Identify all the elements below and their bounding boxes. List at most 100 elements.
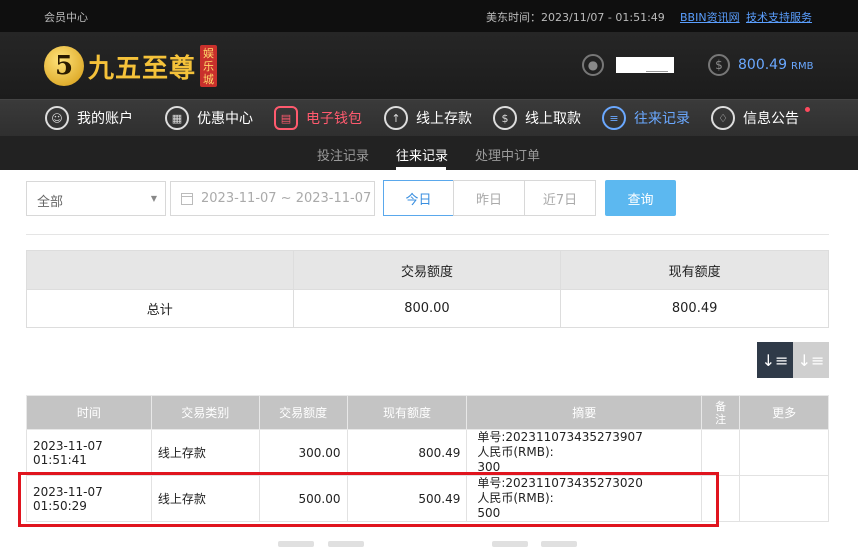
cell-balance: 800.49 <box>346 429 468 476</box>
memo-order: 单号:202311073435273907 <box>477 430 643 444</box>
avatar-icon: ● <box>582 54 604 76</box>
column-header: 交易额度 <box>258 395 348 430</box>
memo-value: 300 <box>477 460 501 474</box>
nav-label: 往来记录 <box>634 111 690 127</box>
records-table: 时间 交易类别 交易额度 现有额度 摘要 备注 更多 2023-11-07 01… <box>26 395 829 522</box>
site-logo[interactable]: 5 九五至尊 娱 乐 城 <box>44 42 218 90</box>
column-header: 时间 <box>26 395 152 430</box>
cell-time: 2023-11-07 01:51:41 <box>26 429 152 476</box>
records-header-row: 时间 交易类别 交易额度 现有额度 摘要 备注 更多 <box>26 395 829 430</box>
bbin-info-link[interactable]: BBIN资讯网 <box>680 9 740 25</box>
nav-label: 信息公告 <box>743 111 799 127</box>
tab-pending-orders[interactable]: 处理中订单 <box>475 145 540 164</box>
type-select[interactable]: 全部 ▼ <box>26 181 166 216</box>
column-header: 更多 <box>739 395 829 430</box>
cell-note <box>701 475 741 522</box>
range-yesterday-button[interactable]: 昨日 <box>453 180 525 216</box>
range-7days-button[interactable]: 近7日 <box>524 180 596 216</box>
type-select-value: 全部 <box>37 195 64 210</box>
cell-type: 线上存款 <box>150 429 260 476</box>
nav-online-withdraw[interactable]: $ 线上取款 <box>493 106 581 130</box>
logo-text: 九五至尊 <box>88 53 197 84</box>
nav-label: 线上存款 <box>416 111 472 127</box>
summary-table: 交易额度 现有额度 总计 800.00 800.49 <box>26 250 829 328</box>
tab-transaction-records[interactable]: 往来记录 <box>396 145 448 164</box>
date-range-value: 2023-11-07 ~ 2023-11-07 <box>201 191 372 206</box>
brand-header: 5 九五至尊 娱 乐 城 ● $ 800.49 RMB <box>0 32 858 99</box>
tech-support-link[interactable]: 技术支持服务 <box>746 9 812 25</box>
summary-header-row: 交易额度 现有额度 <box>26 250 829 290</box>
sort-desc-button[interactable]: ↓≡ <box>757 342 793 378</box>
table-row: 2023-11-07 01:50:29 线上存款 500.00 500.49 单… <box>26 475 829 522</box>
query-button[interactable]: 查询 <box>605 180 676 216</box>
cell-amount: 500.00 <box>258 475 348 522</box>
sort-ascending-icon: ↓≡ <box>797 350 825 370</box>
user-info[interactable]: ● <box>582 54 674 76</box>
nav-transaction-records[interactable]: ≡ 往来记录 <box>602 106 690 130</box>
nav-label: 我的账户 <box>77 111 133 127</box>
balance-display: $ 800.49 RMB <box>708 54 813 76</box>
memo-currency: 人民币(RMB): <box>477 445 554 459</box>
summary-header-cell <box>26 250 294 290</box>
user-icon: ☺ <box>45 106 69 130</box>
caret-down-icon: ▼ <box>150 194 157 203</box>
dollar-icon: $ <box>708 54 730 76</box>
cell-more[interactable] <box>739 475 829 522</box>
nav-label: 线上取款 <box>525 111 581 127</box>
masked-username <box>616 57 674 73</box>
pager-button[interactable] <box>328 541 364 547</box>
pager-button[interactable] <box>278 541 314 547</box>
summary-label: 总计 <box>26 289 294 328</box>
nav-announcements[interactable]: ♢ 信息公告 <box>711 106 799 130</box>
column-header: 摘要 <box>466 395 703 430</box>
logo-badge: 娱 乐 城 <box>200 45 218 87</box>
cell-more[interactable] <box>739 429 829 476</box>
nav-label: 优惠中心 <box>197 111 253 127</box>
records-icon: ≡ <box>602 106 626 130</box>
nav-e-wallet[interactable]: ▤ 电子钱包 <box>274 106 362 130</box>
withdraw-icon: $ <box>493 106 517 130</box>
balance-currency: RMB <box>791 61 814 72</box>
active-tab-underline <box>396 167 446 170</box>
memo-value: 500 <box>477 506 501 520</box>
divider <box>26 234 829 235</box>
sub-nav: 投注记录 往来记录 处理中订单 <box>0 136 858 170</box>
summary-amount: 800.00 <box>292 289 562 328</box>
summary-header-cell: 交易额度 <box>292 250 562 290</box>
column-header: 备注 <box>701 395 741 430</box>
member-center-label: 会员中心 <box>44 11 88 24</box>
cell-memo: 单号:202311073435273907 人民币(RMB): 300 <box>466 429 703 476</box>
cell-note <box>701 429 741 476</box>
cell-time: 2023-11-07 01:50:29 <box>26 475 152 522</box>
nav-promotions[interactable]: ▦ 优惠中心 <box>165 106 253 130</box>
tab-bet-records[interactable]: 投注记录 <box>317 145 369 164</box>
cell-memo: 单号:202311073435273020 人民币(RMB): 500 <box>466 475 703 522</box>
date-range-input[interactable]: 2023-11-07 ~ 2023-11-07 <box>170 181 375 216</box>
column-header: 交易类别 <box>150 395 260 430</box>
table-row: 2023-11-07 01:51:41 线上存款 300.00 800.49 单… <box>26 429 829 476</box>
pager-button[interactable] <box>541 541 577 547</box>
notification-dot <box>805 107 810 112</box>
calendar-icon <box>181 192 193 205</box>
summary-balance: 800.49 <box>560 289 829 328</box>
logo-badge-char: 娱 <box>203 46 215 60</box>
sort-descending-icon: ↓≡ <box>761 350 789 370</box>
eastern-time-label: 美东时间：2023/11/07 - 01:51:49 <box>486 11 665 24</box>
nav-my-account[interactable]: ☺ 我的账户 <box>45 106 133 130</box>
summary-header-cell: 现有额度 <box>560 250 829 290</box>
range-today-button[interactable]: 今日 <box>383 180 454 216</box>
sort-asc-button[interactable]: ↓≡ <box>793 342 829 378</box>
cell-type: 线上存款 <box>150 475 260 522</box>
cell-balance: 500.49 <box>346 475 468 522</box>
wallet-icon: ▤ <box>274 106 298 130</box>
summary-row: 总计 800.00 800.49 <box>26 289 829 328</box>
deposit-icon: ↑ <box>384 106 408 130</box>
column-header: 现有额度 <box>346 395 468 430</box>
top-strip: 会员中心 美东时间：2023/11/07 - 01:51:49 BBIN资讯网 … <box>0 0 858 32</box>
logo-mark: 5 <box>44 46 84 86</box>
pager-button[interactable] <box>492 541 528 547</box>
nav-online-deposit[interactable]: ↑ 线上存款 <box>384 106 472 130</box>
gift-icon: ▦ <box>165 106 189 130</box>
balance-amount: 800.49 <box>738 57 787 73</box>
memo-order: 单号:202311073435273020 <box>477 476 643 490</box>
